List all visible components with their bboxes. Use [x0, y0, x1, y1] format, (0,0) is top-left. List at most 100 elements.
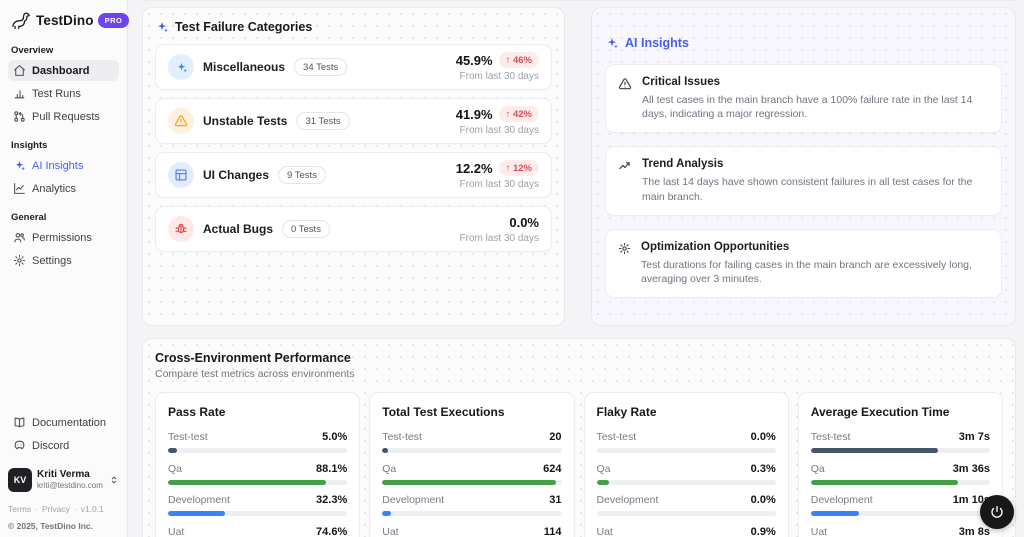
env-value: 624	[543, 463, 561, 475]
sidebar-item-analytics[interactable]: Analytics	[8, 178, 119, 199]
sidebar: TestDino PRO OverviewDashboardTest RunsP…	[0, 0, 128, 537]
sparkles-icon	[155, 20, 169, 34]
env-label: Test-test	[382, 431, 422, 443]
failure-percent: 12.2%	[456, 161, 493, 176]
failure-percent: 45.9%	[456, 53, 493, 68]
insight-title: Optimization Opportunities	[641, 241, 989, 253]
progress-bar-fill	[811, 448, 938, 453]
env-value: 3m 36s	[953, 463, 990, 475]
trending-up-icon	[618, 159, 632, 203]
test-failure-categories-panel: Test Failure Categories Miscellaneous 34…	[142, 7, 565, 326]
sidebar-item-pull-requests[interactable]: Pull Requests	[8, 106, 119, 127]
failure-category-list: Miscellaneous 34 Tests 45.9% ↑ 46% From …	[155, 44, 552, 252]
sidebar-item-test-runs[interactable]: Test Runs	[8, 83, 119, 104]
sidebar-item-label: Documentation	[32, 417, 106, 429]
sidebar-item-settings[interactable]: Settings	[8, 250, 119, 271]
insight-title: Trend Analysis	[642, 158, 989, 170]
metric-row: Qa 624	[382, 463, 561, 485]
metric-row: Development 1m 10s	[811, 494, 990, 516]
failure-category-row[interactable]: Unstable Tests 31 Tests 41.9% ↑ 42% From…	[155, 98, 552, 144]
test-count-badge: 0 Tests	[282, 220, 330, 238]
env-value: 88.1%	[316, 463, 347, 475]
failure-category-row[interactable]: Miscellaneous 34 Tests 45.9% ↑ 46% From …	[155, 44, 552, 90]
test-count-badge: 34 Tests	[294, 58, 347, 76]
progress-bar-fill	[811, 480, 958, 485]
env-value: 0.3%	[751, 463, 776, 475]
progress-bar-track	[168, 480, 347, 485]
ai-insight-item: Trend Analysis The last 14 days have sho…	[605, 146, 1002, 215]
user-menu[interactable]: KV Kriti Verma kriti@testdino.com	[8, 468, 119, 492]
env-value: 32.3%	[316, 494, 347, 506]
env-value: 3m 8s	[959, 526, 990, 537]
sidebar-item-permissions[interactable]: Permissions	[8, 227, 119, 248]
progress-bar-track	[811, 448, 990, 453]
insight-title: Critical Issues	[642, 76, 989, 88]
progress-bar-fill	[382, 480, 556, 485]
home-icon	[13, 64, 26, 77]
bar-chart-icon	[13, 87, 26, 100]
metric-row: Qa 3m 36s	[811, 463, 990, 485]
env-value: 5.0%	[322, 431, 347, 443]
nav-section-label: Overview	[11, 45, 116, 56]
sidebar-item-dashboard[interactable]: Dashboard	[8, 60, 119, 81]
pull-request-icon	[13, 110, 26, 123]
warning-triangle-icon	[618, 77, 632, 121]
dino-logo-icon	[10, 10, 32, 30]
sidebar-item-label: AI Insights	[32, 160, 83, 172]
progress-bar-fill	[597, 480, 610, 485]
category-name: Miscellaneous	[203, 60, 285, 74]
chevrons-up-down-icon	[109, 474, 119, 486]
metric-row: Test-test 3m 7s	[811, 431, 990, 453]
legal-links: Terms·Privacy·v1.0.1	[8, 504, 119, 514]
sidebar-item-documentation[interactable]: Documentation	[8, 412, 119, 433]
env-value: 114	[544, 526, 562, 537]
insight-description: Test durations for failing cases in the …	[641, 258, 989, 286]
scrolled-card-edge	[142, 0, 1016, 1]
progress-bar-track	[382, 480, 561, 485]
metric-card-flaky-rate: Flaky Rate Test-test 0.0% Qa 0.3%	[584, 392, 789, 537]
sidebar-item-ai-insights[interactable]: AI Insights	[8, 155, 119, 176]
category-name: Unstable Tests	[203, 114, 287, 128]
legal-link[interactable]: v1.0.1	[81, 504, 104, 514]
insight-description: All test cases in the main branch have a…	[642, 93, 989, 121]
help-widget-button[interactable]	[980, 495, 1014, 529]
progress-bar-track	[811, 480, 990, 485]
line-chart-icon	[13, 182, 26, 195]
env-label: Development	[168, 494, 230, 506]
env-label: Uat	[811, 526, 827, 537]
legal-link[interactable]: Privacy	[42, 504, 70, 514]
failure-category-row[interactable]: UI Changes 9 Tests 12.2% ↑ 12% From last…	[155, 152, 552, 198]
test-count-badge: 9 Tests	[278, 166, 326, 184]
progress-bar-track	[382, 448, 561, 453]
env-value: 0.9%	[751, 526, 776, 537]
users-icon	[13, 231, 26, 244]
failure-percent: 0.0%	[509, 215, 539, 230]
env-label: Uat	[168, 526, 184, 537]
metric-card-total-test-executions: Total Test Executions Test-test 20 Qa 62…	[369, 392, 574, 537]
env-value: 20	[549, 431, 561, 443]
legal-footer: Terms·Privacy·v1.0.1 © 2025, TestDino In…	[8, 504, 119, 531]
sidebar-item-label: Settings	[32, 255, 72, 267]
metric-row: Development 0.0%	[597, 494, 776, 516]
trend-badge: ↑ 46%	[499, 52, 539, 68]
metric-card-title: Total Test Executions	[382, 405, 561, 419]
metric-row: Qa 88.1%	[168, 463, 347, 485]
ai-insights-panel: AI Insights Critical Issues All test cas…	[591, 7, 1016, 326]
cross-environment-panel: Cross-Environment Performance Compare te…	[142, 338, 1016, 537]
brand-logo[interactable]: TestDino PRO	[8, 8, 119, 32]
panel-title: Cross-Environment Performance	[155, 351, 1003, 365]
sparkles-icon	[13, 159, 26, 172]
legal-link[interactable]: Terms	[8, 504, 31, 514]
progress-bar-track	[168, 511, 347, 516]
progress-bar-fill	[168, 480, 326, 485]
metric-row: Test-test 5.0%	[168, 431, 347, 453]
progress-bar-track	[597, 511, 776, 516]
sidebar-item-discord[interactable]: Discord	[8, 435, 119, 456]
sidebar-nav: OverviewDashboardTest RunsPull RequestsI…	[8, 32, 119, 273]
metric-card-title: Pass Rate	[168, 405, 347, 419]
failure-category-row[interactable]: Actual Bugs 0 Tests 0.0% From last 30 da…	[155, 206, 552, 252]
environment-metric-cards: Pass Rate Test-test 5.0% Qa 88.1%	[155, 392, 1003, 537]
metric-row: Development 32.3%	[168, 494, 347, 516]
env-value: 0.0%	[751, 494, 776, 506]
sidebar-item-label: Permissions	[32, 232, 92, 244]
